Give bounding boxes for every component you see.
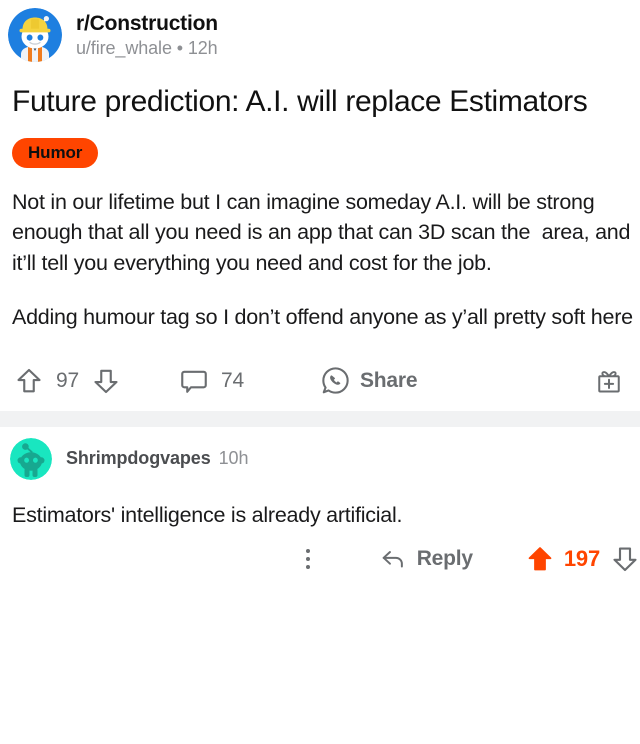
snoo-teal-avatar[interactable]: [10, 437, 52, 480]
section-divider: [0, 410, 640, 427]
post-comment-count: 74: [220, 368, 244, 392]
subreddit-name[interactable]: r/Construction: [76, 12, 218, 36]
comment-meta: Shrimpdogvapes 10h: [66, 448, 248, 469]
post-body: Not in our lifetime but I can imagine so…: [0, 168, 640, 333]
post-score: 97: [56, 368, 79, 392]
post-title: Future prediction: A.I. will replace Est…: [12, 85, 588, 118]
reddit-post-screen: r/Construction u/fire_whale • 12h Future…: [0, 0, 640, 744]
upvote-arrow-icon[interactable]: [14, 366, 44, 396]
reply-label: Reply: [416, 547, 473, 571]
downvote-arrow-icon[interactable]: [610, 544, 640, 574]
gift-plus-icon[interactable]: [594, 366, 624, 396]
reply-button[interactable]: Reply: [379, 545, 473, 573]
share-label: Share: [359, 368, 418, 392]
comment-timestamp: 10h: [218, 448, 249, 469]
comment-score: 197: [563, 546, 600, 572]
comment-bubble-icon[interactable]: [179, 366, 209, 396]
post-comment-group[interactable]: 74: [179, 366, 256, 396]
post-header: r/Construction u/fire_whale • 12h: [0, 0, 640, 62]
snoo-hardhat-avatar[interactable]: [8, 8, 62, 62]
post-flair-row: Humor: [0, 121, 640, 168]
post-body-paragraph-1: Not in our lifetime but I can imagine so…: [12, 189, 636, 275]
comment-item: Shrimpdogvapes 10h Estimators' intellige…: [0, 427, 640, 530]
post-vote-group: 97: [14, 366, 121, 396]
comment-header: Shrimpdogvapes 10h: [10, 427, 628, 480]
flair-badge[interactable]: Humor: [12, 137, 99, 168]
comment-author[interactable]: Shrimpdogvapes: [66, 448, 211, 469]
downvote-arrow-icon[interactable]: [91, 366, 121, 396]
upvote-arrow-filled-icon[interactable]: [525, 544, 555, 574]
post-action-bar: 97 74 Share: [0, 351, 640, 411]
comment-text: Estimators' intelligence is already arti…: [12, 502, 403, 527]
kebab-menu-icon[interactable]: [295, 544, 321, 574]
share-button[interactable]: Share: [320, 365, 418, 396]
comment-action-bar: Reply 197: [0, 532, 640, 586]
post-body-paragraph-2: Adding humour tag so I don’t offend anyo…: [12, 305, 633, 330]
post-author-and-time[interactable]: u/fire_whale • 12h: [76, 38, 218, 58]
share-whatsapp-icon[interactable]: [320, 365, 351, 396]
reply-arrow-icon[interactable]: [379, 545, 407, 573]
post-header-text: r/Construction u/fire_whale • 12h: [76, 12, 218, 59]
